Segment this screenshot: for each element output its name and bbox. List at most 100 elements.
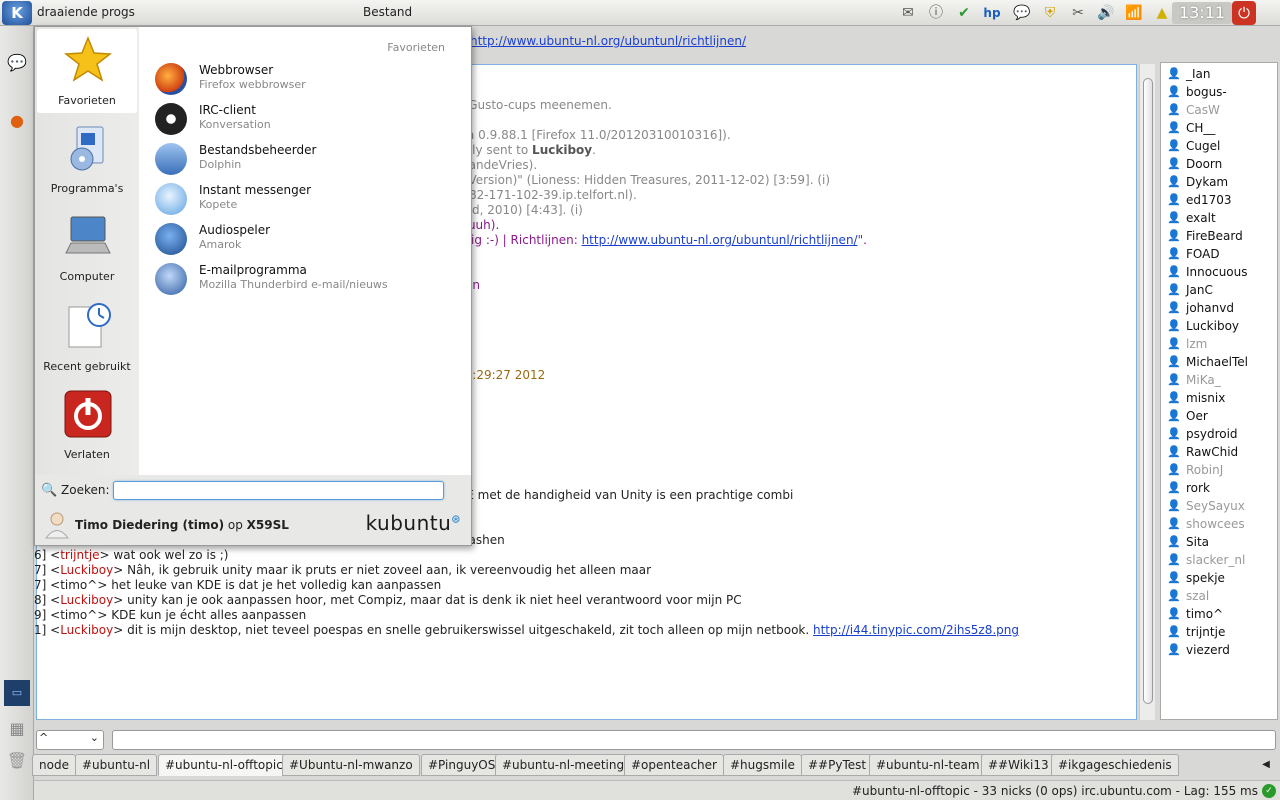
nick-list-item[interactable]: 👤 JanC bbox=[1161, 281, 1277, 299]
user-icon: 👤 bbox=[1167, 445, 1181, 458]
mail-icon[interactable]: ✉ bbox=[898, 3, 918, 23]
image-link[interactable]: http://i44.tinypic.com/2ihs5z8.png bbox=[813, 623, 1019, 637]
favorite-item[interactable]: Bestandsbeheerder Dolphin bbox=[153, 139, 463, 179]
user-icon: 👤 bbox=[1167, 229, 1181, 242]
favorite-item[interactable]: Webbrowser Firefox webbrowser bbox=[153, 59, 463, 99]
nick-list-item[interactable]: 👤 Doorn bbox=[1161, 155, 1277, 173]
search-label: Zoeken: bbox=[61, 483, 110, 497]
tab-recent[interactable]: Recent gebruikt bbox=[37, 295, 137, 379]
nick-list-item[interactable]: 👤 Cugel bbox=[1161, 137, 1277, 155]
scissors-icon[interactable]: ✂ bbox=[1068, 3, 1088, 23]
trash-icon[interactable]: 🗑 bbox=[4, 748, 30, 774]
nick-list-item[interactable]: 👤 rork bbox=[1161, 479, 1277, 497]
tab-computer[interactable]: Computer bbox=[37, 205, 137, 289]
nick-list-item[interactable]: 👤 FireBeard bbox=[1161, 227, 1277, 245]
notification-arrow-icon[interactable]: ▲ bbox=[1152, 3, 1172, 23]
channel-tab[interactable]: node bbox=[32, 754, 76, 776]
nick-list-item[interactable]: 👤 misnix bbox=[1161, 389, 1277, 407]
channel-tab[interactable]: ##PyTest bbox=[801, 754, 874, 776]
nick-list-item[interactable]: 👤 spekje bbox=[1161, 569, 1277, 587]
chat-scrollbar[interactable] bbox=[1139, 64, 1155, 720]
nick-list-item[interactable]: 👤 szal bbox=[1161, 587, 1277, 605]
message-input[interactable] bbox=[112, 730, 1276, 750]
firefox-launcher-icon[interactable]: ● bbox=[4, 108, 30, 134]
nick-list-item[interactable]: 👤 MiKa_ bbox=[1161, 371, 1277, 389]
clock[interactable]: 13:11 bbox=[1172, 2, 1232, 24]
channel-tab[interactable]: #ubuntu-nl-team bbox=[869, 754, 987, 776]
nick-list-item[interactable]: 👤 RawChid bbox=[1161, 443, 1277, 461]
user-icon: 👤 bbox=[1167, 643, 1181, 656]
nick-name: psydroid bbox=[1186, 427, 1238, 441]
volume-icon[interactable]: 🔊 bbox=[1096, 3, 1116, 23]
favorite-item[interactable]: E-mailprogramma Mozilla Thunderbird e-mai… bbox=[153, 259, 463, 299]
nick-list-item[interactable]: 👤 MichaelTel bbox=[1161, 353, 1277, 371]
check-icon[interactable]: ✔ bbox=[954, 3, 974, 23]
channel-tab[interactable]: #PinguyOS bbox=[421, 754, 503, 776]
left-panel: 💬 ● ▭ ▦ 🗑 bbox=[0, 26, 34, 800]
user-icon: 👤 bbox=[1167, 625, 1181, 638]
channel-tab[interactable]: ##Wiki13 bbox=[981, 754, 1056, 776]
channel-tab[interactable]: #Ubuntu-nl-mwanzo bbox=[282, 754, 420, 776]
nick-name: Doorn bbox=[1186, 157, 1223, 171]
nick-list-item[interactable]: 👤 _Ian bbox=[1161, 65, 1277, 83]
kickoff-sidebar: Favorieten Programma's Computer Recent g… bbox=[35, 27, 139, 475]
nick-list-item[interactable]: 👤 FOAD bbox=[1161, 245, 1277, 263]
wifi-icon[interactable]: 📶 bbox=[1124, 3, 1144, 23]
nick-name: MichaelTel bbox=[1186, 355, 1248, 369]
nick-list-item[interactable]: 👤 slacker_nl bbox=[1161, 551, 1277, 569]
nick-list-item[interactable]: 👤 Oer bbox=[1161, 407, 1277, 425]
info-icon[interactable]: ⓘ bbox=[926, 3, 946, 23]
channel-tab[interactable]: #ubuntu-nl-offtopic bbox=[158, 754, 290, 776]
tab-leave[interactable]: Verlaten bbox=[37, 383, 137, 467]
channel-tab[interactable]: #ubuntu-nl-meeting bbox=[495, 754, 632, 776]
tab-favorites[interactable]: Favorieten bbox=[37, 29, 137, 113]
nick-list-item[interactable]: 👤 viezerd bbox=[1161, 641, 1277, 659]
kde-menu-button[interactable]: K bbox=[2, 1, 32, 25]
search-input[interactable] bbox=[113, 481, 444, 500]
menubar-label-file[interactable]: Bestand bbox=[363, 5, 412, 19]
rules-link[interactable]: http://www.ubuntu-nl.org/ubuntunl/richtl… bbox=[582, 233, 858, 247]
pager-icon[interactable]: ▦ bbox=[4, 716, 30, 742]
favorite-subtitle: Mozilla Thunderbird e-mail/nieuws bbox=[199, 278, 388, 291]
nick-list-item[interactable]: 👤 lzm bbox=[1161, 335, 1277, 353]
nick-list-item[interactable]: 👤 psydroid bbox=[1161, 425, 1277, 443]
nick-list-item[interactable]: 👤 Dykam bbox=[1161, 173, 1277, 191]
channel-tab[interactable]: #hugsmile bbox=[723, 754, 802, 776]
nick-list-item[interactable]: 👤 SeySayux bbox=[1161, 497, 1277, 515]
chat-bubble-icon[interactable]: 💬 bbox=[1012, 3, 1032, 23]
shield-icon[interactable]: ⛨ bbox=[1040, 3, 1060, 23]
nick-list-item[interactable]: 👤 exalt bbox=[1161, 209, 1277, 227]
desktop-preview-icon[interactable]: ▭ bbox=[4, 680, 30, 706]
topic-url[interactable]: http://www.ubuntu-nl.org/ubuntunl/richtl… bbox=[470, 34, 746, 48]
power-icon[interactable]: ⏻ bbox=[1232, 1, 1256, 25]
channel-tab[interactable]: #ubuntu-nl bbox=[75, 754, 158, 776]
tab-programs[interactable]: Programma's bbox=[37, 117, 137, 201]
ssl-lock-icon[interactable]: ✓ bbox=[1262, 784, 1276, 798]
nick-list-item[interactable]: 👤 timo^ bbox=[1161, 605, 1277, 623]
nick-list-item[interactable]: 👤 johanvd bbox=[1161, 299, 1277, 317]
channel-tab[interactable]: #ikgageschiedenis bbox=[1051, 754, 1179, 776]
nick-list-item[interactable]: 👤 CasW bbox=[1161, 101, 1277, 119]
favorite-item[interactable]: IRC-client Konversation bbox=[153, 99, 463, 139]
nick-list-item[interactable]: 👤 bogus- bbox=[1161, 83, 1277, 101]
nick-list-item[interactable]: 👤 showcees bbox=[1161, 515, 1277, 533]
nick-selector[interactable]: ^ ⌄ bbox=[36, 730, 104, 750]
favorite-item[interactable]: Instant messenger Kopete bbox=[153, 179, 463, 219]
nick-list-item[interactable]: 👤 Innocuous bbox=[1161, 263, 1277, 281]
nick-list-item[interactable]: 👤 RobinJ bbox=[1161, 461, 1277, 479]
nick-list-item[interactable]: 👤 ed1703 bbox=[1161, 191, 1277, 209]
nick-name: Dykam bbox=[1186, 175, 1229, 189]
scrollbar-thumb[interactable] bbox=[1143, 78, 1153, 704]
nick-list-item[interactable]: 👤 Luckiboy bbox=[1161, 317, 1277, 335]
taskbar-label[interactable]: draaiende progs bbox=[37, 5, 135, 19]
favorite-item[interactable]: Audiospeler Amarok bbox=[153, 219, 463, 259]
favorite-subtitle: Kopete bbox=[199, 198, 238, 211]
hp-icon[interactable]: hp bbox=[982, 3, 1002, 23]
nick-list-item[interactable]: 👤 CH__ bbox=[1161, 119, 1277, 137]
channel-tab[interactable]: #openteacher bbox=[624, 754, 724, 776]
konversation-launcher-icon[interactable]: 💬 bbox=[4, 50, 30, 76]
nick-list-item[interactable]: 👤 Sita bbox=[1161, 533, 1277, 551]
nick-list[interactable]: 👤 _Ian 👤 bogus- 👤 CasW 👤 CH__ 👤 Cugel 👤 Doorn 👤 Dykam… bbox=[1160, 62, 1278, 720]
nick-list-item[interactable]: 👤 trijntje bbox=[1161, 623, 1277, 641]
tab-scroll-left-icon[interactable]: ◀ bbox=[1256, 756, 1276, 774]
